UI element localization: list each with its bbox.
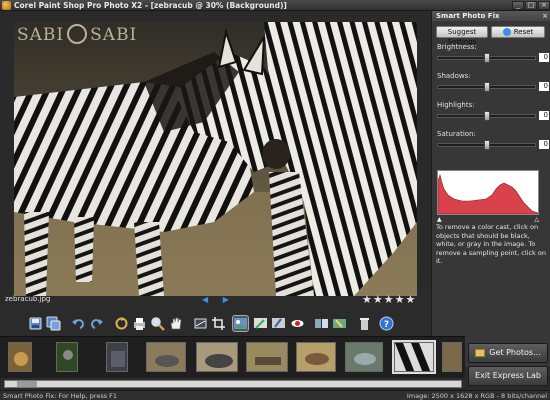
status-image-info: Image: 2500 x 1628 x RGB - 8 bits/channe…	[406, 392, 547, 400]
retouch-icon[interactable]	[253, 316, 268, 331]
thumbnail-1[interactable]	[8, 342, 32, 372]
status-help-text: Smart Photo Fix: For Help, press F1	[3, 392, 118, 400]
redo-icon[interactable]	[89, 316, 104, 331]
help-icon[interactable]: ?	[379, 316, 394, 331]
rating-stars[interactable]: ★★★★★	[362, 293, 416, 306]
histogram-markers: ▲ △	[437, 216, 539, 223]
close-button[interactable]: ×	[538, 1, 550, 10]
slider-value-field[interactable]: 0	[539, 140, 549, 149]
exit-express-lab-button[interactable]: Exit Express Lab	[468, 366, 548, 386]
scrollbar-thumb[interactable]	[17, 381, 37, 387]
svg-text:?: ?	[384, 320, 389, 330]
slider-label: Highlights:	[437, 101, 475, 109]
slider-thumb[interactable]	[484, 140, 490, 150]
image-info-row: zebracub.jpg ◀ ▶ ★★★★★	[0, 292, 430, 306]
slider-label: Brightness:	[437, 43, 477, 51]
slider-thumb[interactable]	[484, 53, 490, 63]
slider-value-field[interactable]: 0	[539, 82, 549, 91]
smart-photo-fix-icon[interactable]	[232, 315, 249, 332]
slider-track[interactable]	[437, 53, 536, 63]
thumbnail-6[interactable]	[246, 342, 288, 372]
compare-icon[interactable]	[314, 316, 329, 331]
thumbnail-10[interactable]	[442, 342, 462, 372]
smart-photo-fix-panel: Smart Photo Fix × Suggest Settings Reset…	[431, 11, 550, 367]
slider-track[interactable]	[437, 82, 536, 92]
zebra-photo[interactable]: SABI SABI	[14, 22, 417, 296]
save-as-icon[interactable]	[46, 316, 61, 331]
crop-icon[interactable]	[211, 316, 226, 331]
print-icon[interactable]	[132, 316, 147, 331]
slider-label: Shadows:	[437, 72, 471, 80]
app-icon	[2, 1, 11, 10]
slider-value-field[interactable]: 0	[539, 111, 549, 120]
straighten-icon[interactable]	[193, 316, 208, 331]
image-nav-arrows[interactable]: ◀ ▶	[202, 295, 235, 304]
thumbnail-5[interactable]	[196, 342, 238, 372]
reset-label: Reset	[513, 28, 534, 36]
reset-icon	[502, 28, 511, 36]
restore-button[interactable]: □	[525, 1, 537, 10]
slider-track[interactable]	[437, 111, 536, 121]
reset-button[interactable]: Reset	[491, 26, 545, 38]
minimize-button[interactable]: _	[512, 1, 524, 10]
sabi-sabi-emblem-icon	[67, 23, 88, 44]
zebra-photo-image	[14, 22, 417, 296]
folder-icon	[475, 348, 486, 357]
fill-flash-icon[interactable]	[332, 316, 347, 331]
watermark-logo: SABI SABI	[17, 23, 138, 45]
thumbnail-7[interactable]	[296, 342, 336, 372]
suggest-settings-button[interactable]: Suggest Settings	[436, 26, 488, 46]
thumbnail-2[interactable]	[56, 342, 78, 372]
slider-value-field[interactable]: 0	[539, 53, 549, 62]
get-photos-label: Get Photos...	[489, 348, 541, 357]
panel-close-icon[interactable]: ×	[542, 12, 548, 20]
status-bar: Smart Photo Fix: For Help, press F1 Imag…	[0, 390, 550, 400]
image-filename: zebracub.jpg	[5, 295, 51, 303]
thumbnail-9-selected[interactable]	[392, 340, 436, 374]
thumbnail-3[interactable]	[106, 342, 128, 372]
red-eye-icon[interactable]	[290, 316, 305, 331]
delete-icon[interactable]	[357, 316, 372, 331]
photo-tray-scrollbar[interactable]	[4, 380, 462, 388]
save-icon[interactable]	[28, 316, 43, 331]
image-canvas-area[interactable]: SABI SABI	[0, 11, 430, 296]
histogram	[437, 170, 539, 215]
get-photos-button[interactable]: Get Photos...	[468, 343, 548, 363]
black-point-marker-icon[interactable]: ▲	[437, 216, 442, 223]
panel-title: Smart Photo Fix	[436, 12, 500, 20]
title-bar: Corel Paint Shop Pro Photo X2 - [zebracu…	[0, 0, 550, 11]
panel-header: Smart Photo Fix ×	[432, 11, 550, 21]
slider-thumb[interactable]	[484, 82, 490, 92]
slider-label: Saturation:	[437, 130, 476, 138]
undo-icon[interactable]	[71, 316, 86, 331]
rotate-icon[interactable]	[114, 316, 129, 331]
slider-track[interactable]	[437, 140, 536, 150]
zoom-icon[interactable]	[150, 316, 165, 331]
white-point-marker-icon[interactable]: △	[534, 216, 539, 223]
color-cast-help-text: To remove a color cast, click on objects…	[436, 223, 546, 265]
thumbnail-4[interactable]	[146, 342, 186, 372]
slider-thumb[interactable]	[484, 111, 490, 121]
photo-tray	[0, 336, 465, 378]
histogram-graph	[437, 173, 539, 215]
makeover-icon[interactable]	[271, 316, 286, 331]
pan-hand-icon[interactable]	[168, 316, 183, 331]
thumbnail-8[interactable]	[345, 342, 383, 372]
window-title: Corel Paint Shop Pro Photo X2 - [zebracu…	[14, 1, 287, 10]
